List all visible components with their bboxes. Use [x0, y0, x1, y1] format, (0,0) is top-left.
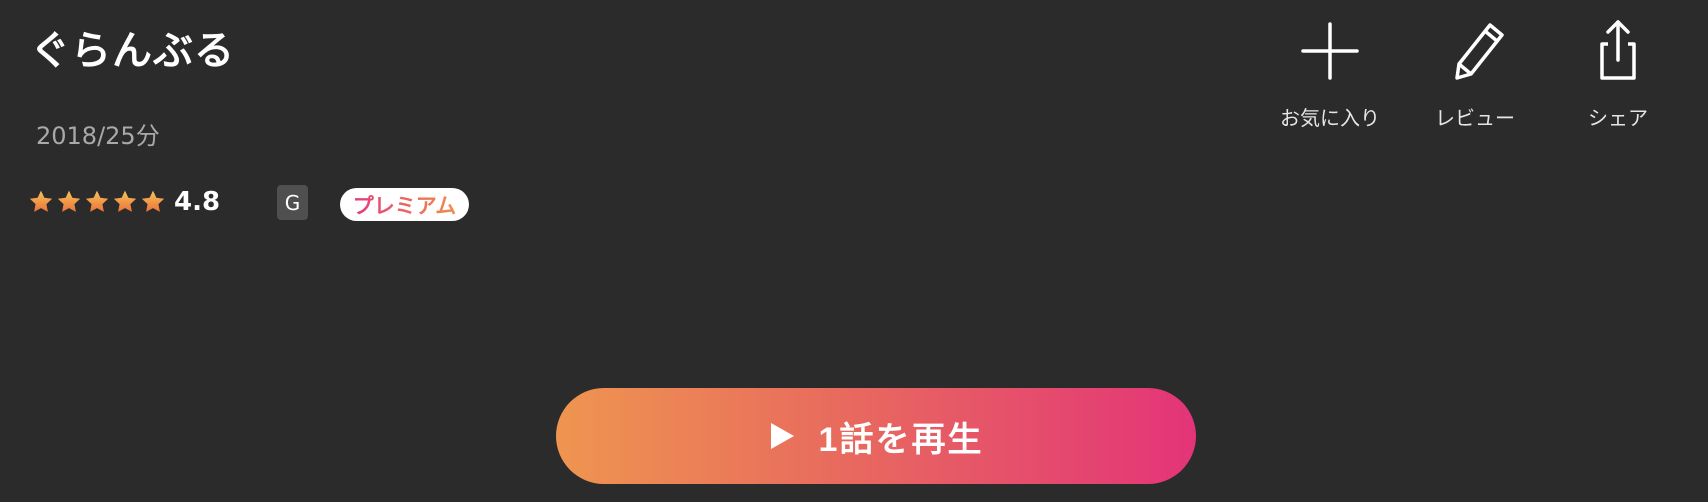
play-icon — [770, 423, 794, 449]
detail-page: ぐらんぶる 2018/25分 4.8 G プレミアム お気に入り レビュー シェ… — [0, 0, 1708, 502]
page-title: ぐらんぶる — [30, 28, 235, 74]
plus-icon — [1301, 22, 1359, 80]
age-rating-badge: G — [277, 185, 308, 220]
favorite-label: お気に入り — [1280, 106, 1380, 130]
share-label: シェア — [1588, 106, 1648, 130]
premium-badge: プレミアム — [340, 188, 469, 221]
premium-label: プレミアム — [353, 190, 457, 220]
review-button[interactable]: レビュー — [1415, 18, 1535, 131]
star-icon — [141, 190, 165, 212]
action-bar: お気に入り レビュー シェア — [1270, 18, 1670, 138]
play-episode-button[interactable]: 1話を再生 — [556, 388, 1196, 484]
review-label: レビュー — [1435, 106, 1515, 130]
star-icon — [113, 190, 137, 212]
share-button[interactable]: シェア — [1558, 18, 1678, 131]
play-button-label: 1話を再生 — [818, 420, 984, 459]
share-icon — [1600, 20, 1636, 80]
star-icon — [85, 190, 109, 212]
favorite-button[interactable]: お気に入り — [1270, 18, 1390, 131]
star-rating — [28, 189, 166, 215]
rating: 4.8 — [28, 184, 220, 220]
rating-value: 4.8 — [174, 187, 221, 217]
pencil-icon — [1455, 23, 1504, 80]
star-icon — [57, 190, 81, 212]
release-info: 2018/25分 — [36, 122, 160, 150]
star-icon — [29, 190, 53, 212]
